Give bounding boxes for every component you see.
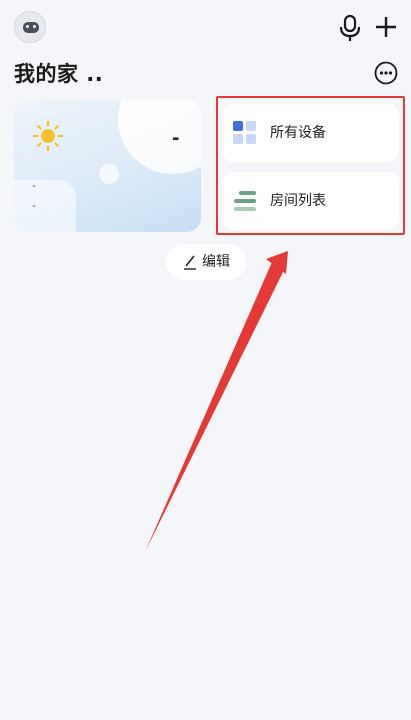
decorative-bubble: [99, 164, 119, 184]
all-devices-label: 所有设备: [270, 125, 326, 141]
all-devices-icon: [233, 121, 256, 144]
edit-label: 编辑: [202, 254, 230, 270]
plus-icon[interactable]: [373, 14, 399, 40]
weather-detail: -: [32, 199, 36, 212]
avatar[interactable]: [14, 11, 46, 43]
quick-access-highlight: 所有设备 房间列表: [216, 96, 405, 235]
more-options-icon[interactable]: [373, 60, 399, 86]
all-devices-button[interactable]: 所有设备: [222, 104, 399, 162]
weather-card[interactable]: - - -: [14, 100, 201, 232]
decorative-cloud: [14, 180, 76, 232]
pencil-icon: [184, 255, 196, 270]
room-list-label: 房间列表: [270, 193, 326, 209]
decorative-bubble: [132, 153, 137, 158]
weather-detail: -: [32, 179, 36, 192]
temperature-value: -: [172, 128, 180, 149]
room-list-icon: [234, 191, 256, 211]
decorative-bubble: [118, 100, 201, 174]
edit-button[interactable]: 编辑: [166, 244, 246, 280]
room-list-button[interactable]: 房间列表: [222, 172, 399, 230]
top-bar: [0, 0, 411, 56]
sun-icon: [32, 120, 64, 152]
home-title[interactable]: 我的家 ..: [14, 58, 103, 88]
robot-avatar-icon: [23, 22, 39, 33]
microphone-icon[interactable]: [338, 14, 362, 42]
